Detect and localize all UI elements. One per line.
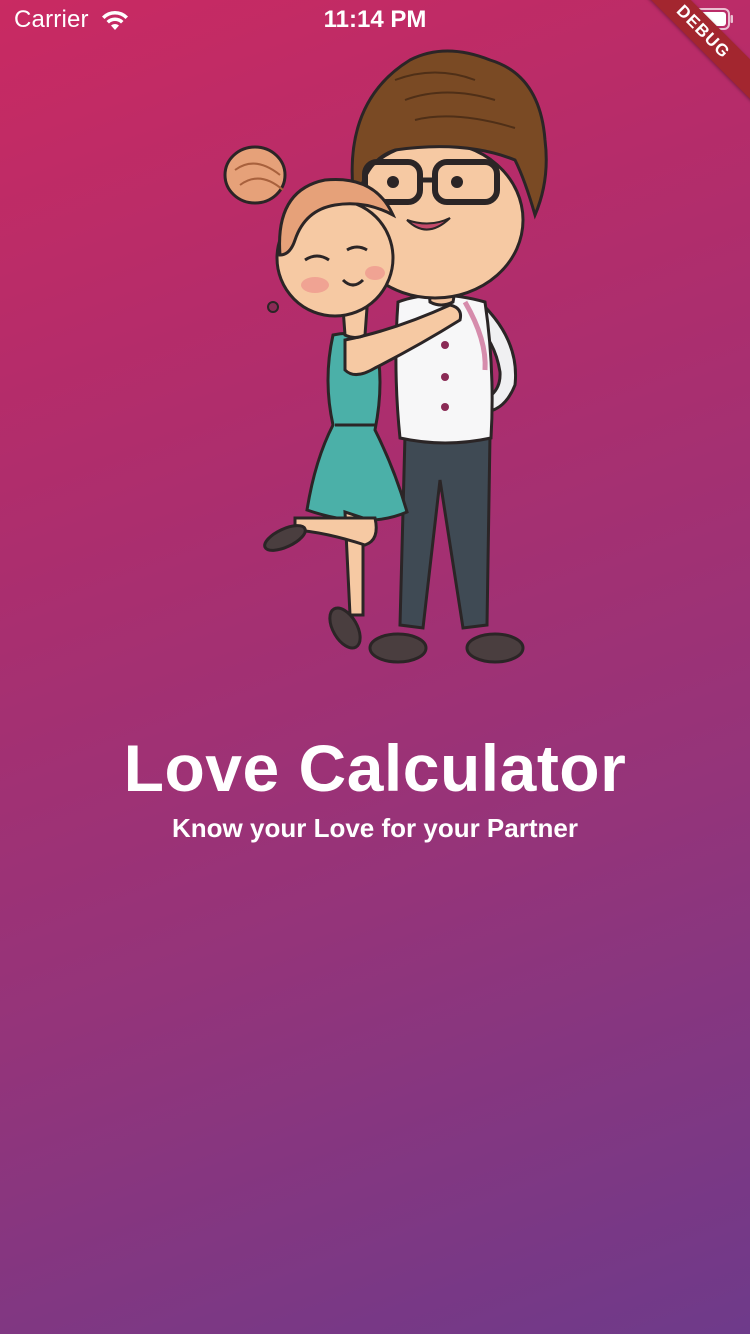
status-time: 11:14 PM [323,6,427,33]
app-title: Love Calculator [123,731,627,805]
status-bar: Carrier 11:14 PM [0,0,750,40]
couple-illustration [223,49,548,664]
app-subtitle: Know your Love for your Partner [172,813,578,843]
